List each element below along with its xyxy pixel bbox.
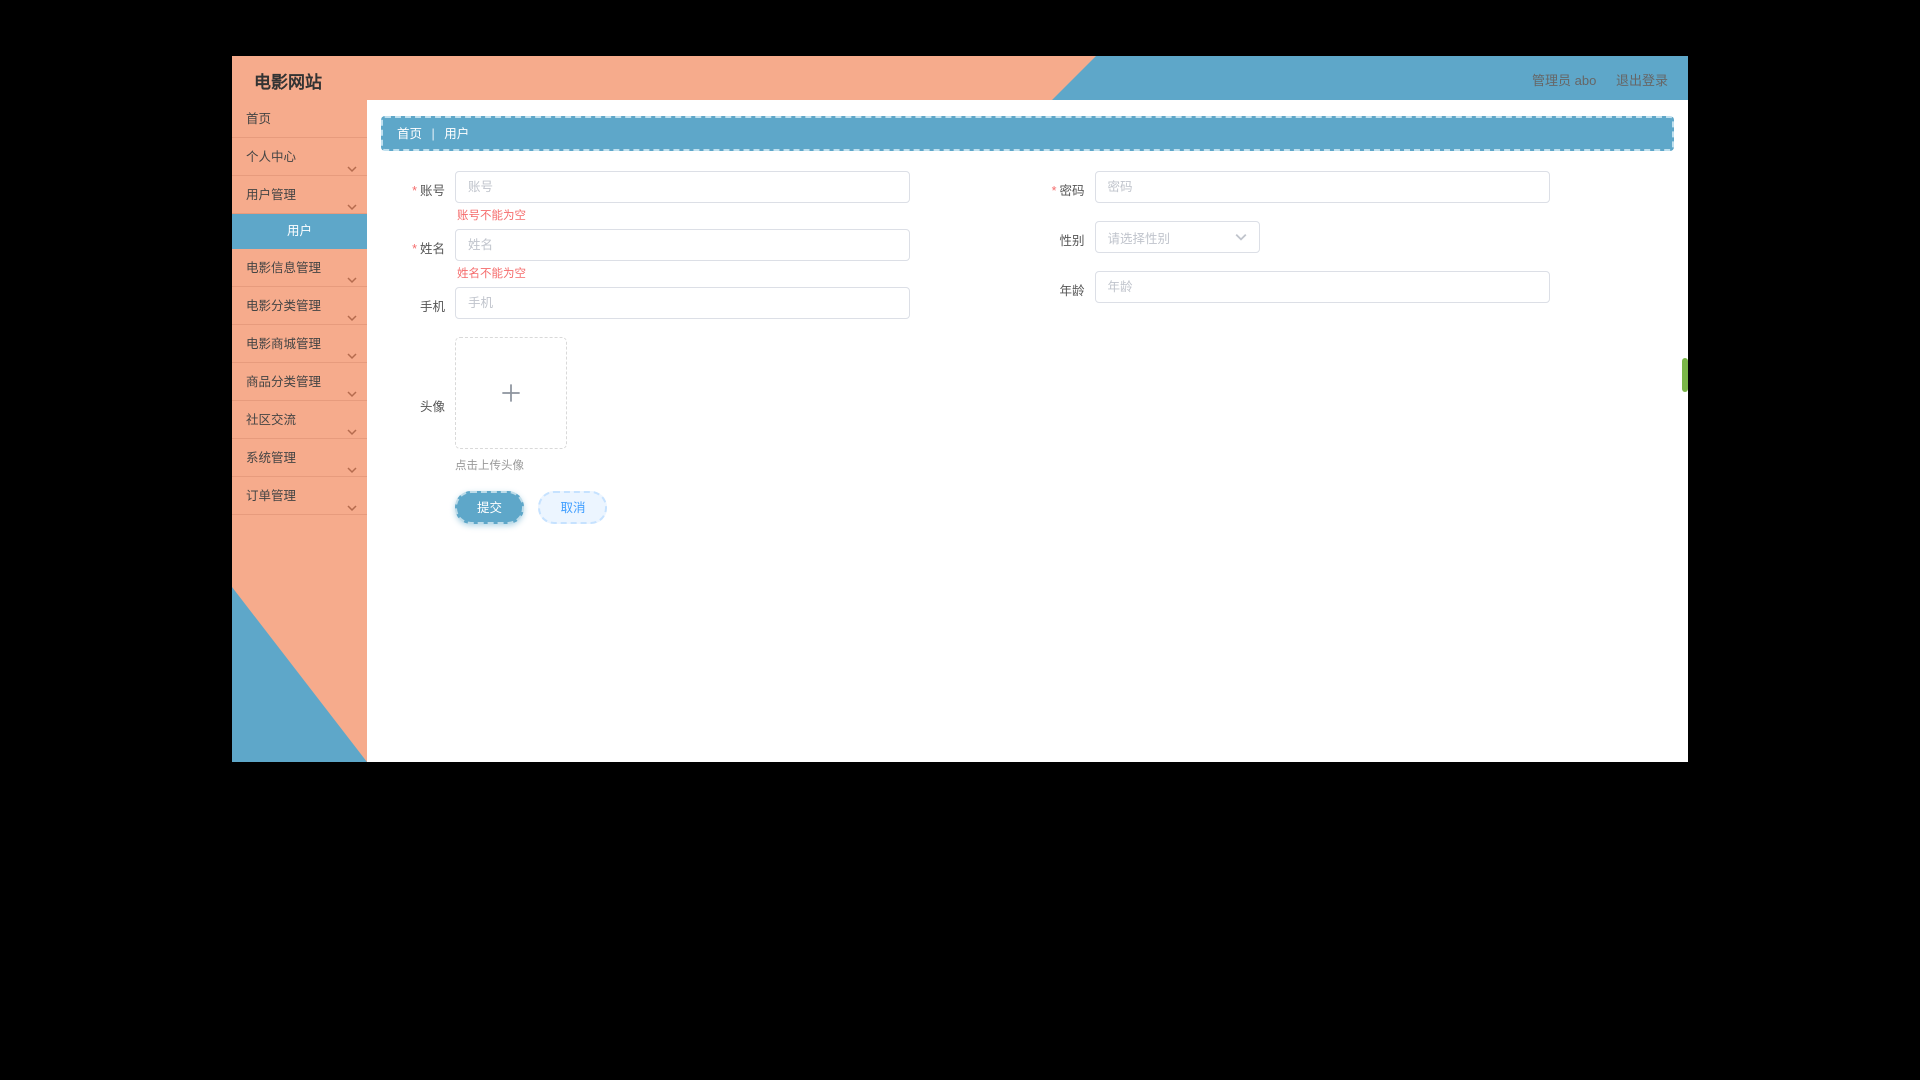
label-phone: 手机	[420, 300, 445, 314]
breadcrumb-sep: |	[432, 127, 435, 141]
name-input[interactable]	[455, 229, 910, 261]
sidebar-item-movie-mall[interactable]: 电影商城管理	[232, 325, 367, 363]
sidebar-item-label: 个人中心	[246, 150, 296, 164]
form-row-age: 年龄	[1035, 271, 1675, 303]
user-form: *账号 账号不能为空 *姓名 姓名不能为空	[381, 171, 1674, 524]
sidebar-item-label: 系统管理	[246, 451, 296, 465]
admin-label[interactable]: 管理员 abo	[1532, 73, 1596, 88]
cancel-button[interactable]: 取消	[538, 491, 607, 524]
form-row-avatar: 头像 点击上传头像	[395, 337, 1035, 473]
mini-scroll-indicator	[1682, 358, 1688, 392]
sidebar-item-label: 电影商城管理	[246, 337, 321, 351]
sidebar-item-profile[interactable]: 个人中心	[232, 138, 367, 176]
sidebar-item-label: 商品分类管理	[246, 375, 321, 389]
sidebar-item-system[interactable]: 系统管理	[232, 439, 367, 477]
label-gender: 性别	[1059, 234, 1084, 248]
form-buttons: 提交 取消	[395, 491, 1035, 524]
account-error: 账号不能为空	[455, 207, 910, 223]
label-age: 年龄	[1059, 284, 1084, 298]
form-row-account: *账号 账号不能为空	[395, 171, 1035, 223]
gender-placeholder: 请选择性别	[1108, 228, 1171, 247]
sidebar-accent-triangle	[232, 587, 367, 762]
sidebar: 首页 个人中心 用户管理 用户 电影信息管理 电影分类管理	[232, 100, 367, 762]
avatar-tip: 点击上传头像	[455, 457, 910, 473]
form-row-name: *姓名 姓名不能为空	[395, 229, 1035, 281]
label-account: 账号	[420, 184, 445, 198]
gender-select[interactable]: 请选择性别	[1095, 221, 1260, 253]
sidebar-item-user-mgmt[interactable]: 用户管理	[232, 176, 367, 214]
sidebar-item-order[interactable]: 订单管理	[232, 477, 367, 515]
label-name: 姓名	[420, 242, 445, 256]
sidebar-item-label: 用户管理	[246, 188, 296, 202]
age-input[interactable]	[1095, 271, 1550, 303]
sidebar-item-label: 电影分类管理	[246, 299, 321, 313]
label-avatar: 头像	[420, 400, 445, 414]
sidebar-item-movie-cat[interactable]: 电影分类管理	[232, 287, 367, 325]
sidebar-item-label: 电影信息管理	[246, 261, 321, 275]
header: 电影网站 管理员 abo 退出登录	[232, 56, 1688, 100]
sidebar-item-label: 订单管理	[246, 489, 296, 503]
chevron-down-icon	[347, 189, 357, 227]
header-right: 管理员 abo 退出登录	[1516, 70, 1668, 89]
label-password: 密码	[1059, 184, 1084, 198]
breadcrumb: 首页 | 用户	[381, 116, 1674, 151]
password-input[interactable]	[1095, 171, 1550, 203]
breadcrumb-root[interactable]: 首页	[397, 127, 422, 141]
breadcrumb-current: 用户	[444, 127, 469, 141]
phone-input[interactable]	[455, 287, 910, 319]
chevron-down-icon	[347, 490, 357, 528]
sidebar-item-home[interactable]: 首页	[232, 100, 367, 138]
sidebar-item-product-cat[interactable]: 商品分类管理	[232, 363, 367, 401]
form-row-gender: 性别 请选择性别	[1035, 221, 1675, 253]
form-row-password: *密码	[1035, 171, 1675, 203]
sidebar-item-community[interactable]: 社区交流	[232, 401, 367, 439]
header-accent-triangle	[1052, 56, 1096, 100]
brand-title: 电影网站	[254, 68, 322, 93]
sidebar-item-movie-info[interactable]: 电影信息管理	[232, 249, 367, 287]
plus-icon	[498, 380, 524, 406]
sidebar-item-label: 社区交流	[246, 413, 296, 427]
logout-link[interactable]: 退出登录	[1616, 73, 1668, 88]
avatar-upload[interactable]	[455, 337, 567, 449]
name-error: 姓名不能为空	[455, 265, 910, 281]
main-panel: 首页 | 用户 *账号 账号不能为空	[367, 100, 1688, 762]
account-input[interactable]	[455, 171, 910, 203]
chevron-down-icon	[1235, 231, 1247, 243]
submit-button[interactable]: 提交	[455, 491, 524, 524]
form-row-phone: 手机	[395, 287, 1035, 319]
sidebar-item-label: 首页	[246, 112, 271, 126]
